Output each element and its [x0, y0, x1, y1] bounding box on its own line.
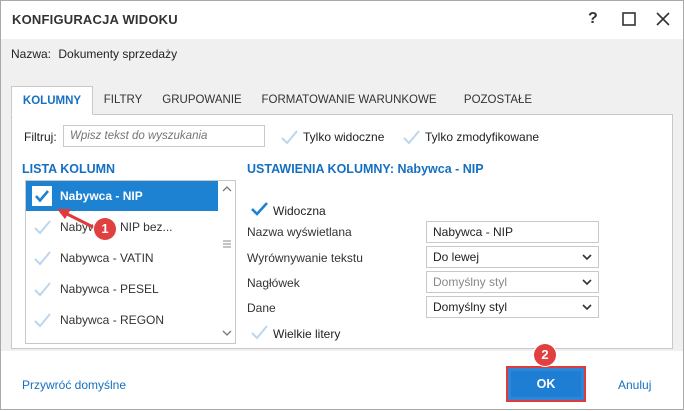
annotation-arrow	[57, 209, 98, 231]
annotation-badge-1: 1	[94, 218, 116, 240]
view-configuration-dialog: KONFIGURACJA WIDOKU ? Nazwa: Dokumenty s…	[0, 0, 684, 410]
annotation-badge-2: 2	[534, 344, 556, 366]
